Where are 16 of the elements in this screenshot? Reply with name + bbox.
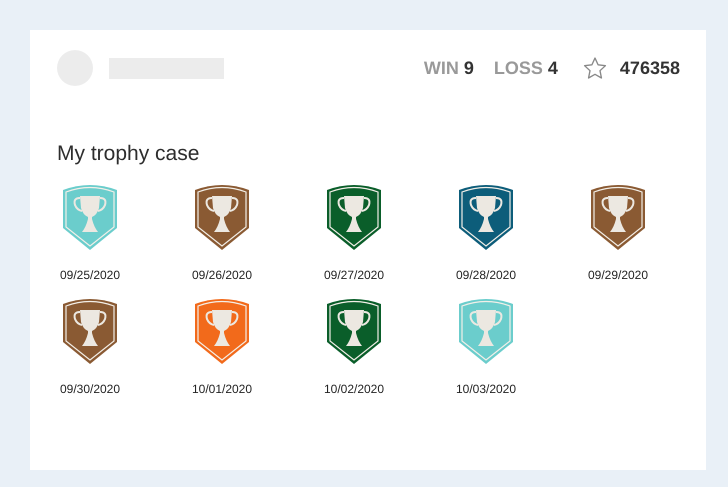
star-icon [582,56,608,80]
trophy-date: 10/02/2020 [324,380,384,398]
win-count: 9 [464,56,474,80]
win-label: WIN [424,56,459,80]
trophy-date: 09/28/2020 [456,266,516,284]
trophy-date: 09/29/2020 [588,266,648,284]
loss-label: LOSS [494,56,543,80]
trophy-date: 09/30/2020 [60,380,120,398]
trophy-date: 09/27/2020 [324,266,384,284]
section-title: My trophy case [57,141,200,167]
loss-count: 4 [548,56,558,80]
trophy-date: 10/03/2020 [456,380,516,398]
trophy-date: 10/01/2020 [192,380,252,398]
trophy-date: 09/25/2020 [60,266,120,284]
trophy-date: 09/26/2020 [192,266,252,284]
points-count: 476358 [620,56,680,80]
